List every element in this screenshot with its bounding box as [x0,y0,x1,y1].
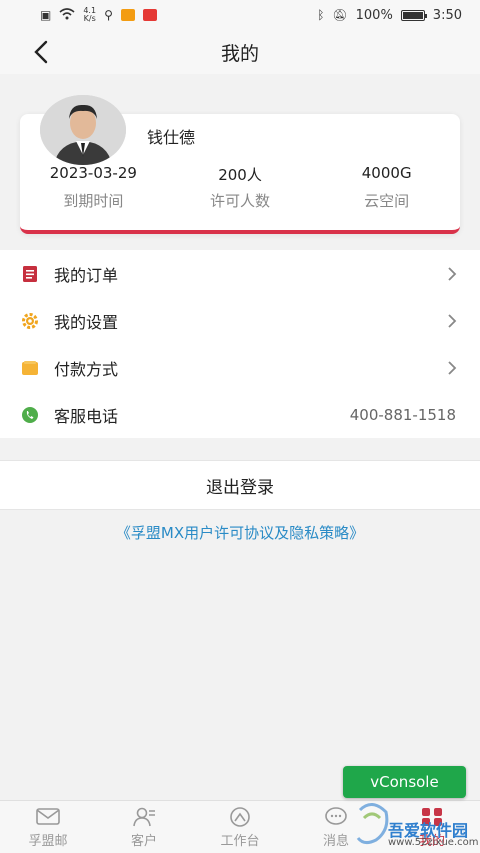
tab-label: 客户 [130,833,157,849]
watermark-url: www.52zixue.com [388,837,479,848]
chevron-left-icon [34,40,48,64]
top-nav-bar: 我的 [0,30,480,74]
mute-icon: 🔕︎ [332,8,348,22]
menu-item-customer-service[interactable]: 客服电话 400-881-1518 [0,391,480,438]
tab-label: 孚盟邮 [28,833,68,849]
chat-icon [325,806,347,825]
avatar[interactable] [40,95,126,165]
stat-value: 4000G [361,164,412,182]
menu-item-label: 我的设置 [54,312,119,332]
logout-button[interactable]: 退出登录 [0,460,480,510]
back-button[interactable] [28,38,56,66]
user-agreement-link[interactable]: 《孚盟MX用户许可协议及隐私策略》 [0,522,480,543]
tab-label: 工作台 [220,833,260,849]
menu-item-orders[interactable]: 我的订单 [0,250,480,297]
phone-icon [20,405,40,425]
app-notification-icon [120,9,135,21]
tab-customers[interactable]: 客户 [96,801,192,853]
stat-expiry: 2023-03-29 到期时间 [20,164,167,211]
wifi-icon [59,8,75,22]
stat-cloud-space: 4000G 云空间 [313,164,460,211]
page-title: 我的 [220,42,259,65]
order-list-icon [20,264,40,284]
status-bar: ▣ 4.1 K/s ⚲ ᛒ 🔕︎ 100% 3:50 [0,0,480,30]
service-phone-number[interactable]: 400-881-1518 [350,406,456,424]
stat-label: 云空间 [364,192,410,210]
settings-menu: 我的订单 我的设置 付款方式 客服电话 400-881-1518 [0,250,480,438]
app-notification-icon-2 [142,9,157,21]
watermark-logo-icon [356,803,389,845]
tab-workbench[interactable]: 工作台 [192,801,288,853]
chevron-right-icon [448,313,457,328]
vconsole-button[interactable]: vConsole [343,766,466,798]
net-speed: 4.1 K/s [83,6,97,23]
battery-percent: 100% [355,7,393,23]
users-icon [133,807,155,826]
stat-label: 到期时间 [63,192,124,210]
stat-value: 2023-03-29 [49,164,137,182]
gear-icon [20,311,40,331]
usb-icon: ⚲ [104,8,113,22]
stat-label: 许可人数 [210,192,271,210]
watermark: 吾爱软件园 www.52zixue.com [356,800,480,853]
mail-icon [36,807,60,825]
bluetooth-icon: ᛒ [317,8,325,22]
chevron-right-icon [448,266,457,281]
user-avatar-icon [40,95,126,165]
chevron-right-icon [448,360,457,375]
battery-icon [400,9,427,21]
menu-item-payment[interactable]: 付款方式 [0,344,480,391]
profile-stats: 2023-03-29 到期时间 200人 许可人数 4000G 云空间 [20,164,460,211]
wallet-icon [20,358,40,378]
clock: 3:50 [432,7,462,23]
stat-value: 200人 [218,166,262,184]
sim-icon: ▣ [40,8,52,22]
menu-item-label: 我的订单 [54,265,119,285]
tab-label: 消息 [322,833,349,849]
menu-item-label: 付款方式 [54,359,119,379]
tab-mail[interactable]: 孚盟邮 [0,801,96,853]
menu-item-label: 客服电话 [54,406,119,426]
user-name: 钱仕德 [147,128,196,147]
stat-license-count: 200人 许可人数 [167,164,314,211]
menu-item-settings[interactable]: 我的设置 [0,297,480,344]
dashboard-icon [230,806,250,827]
